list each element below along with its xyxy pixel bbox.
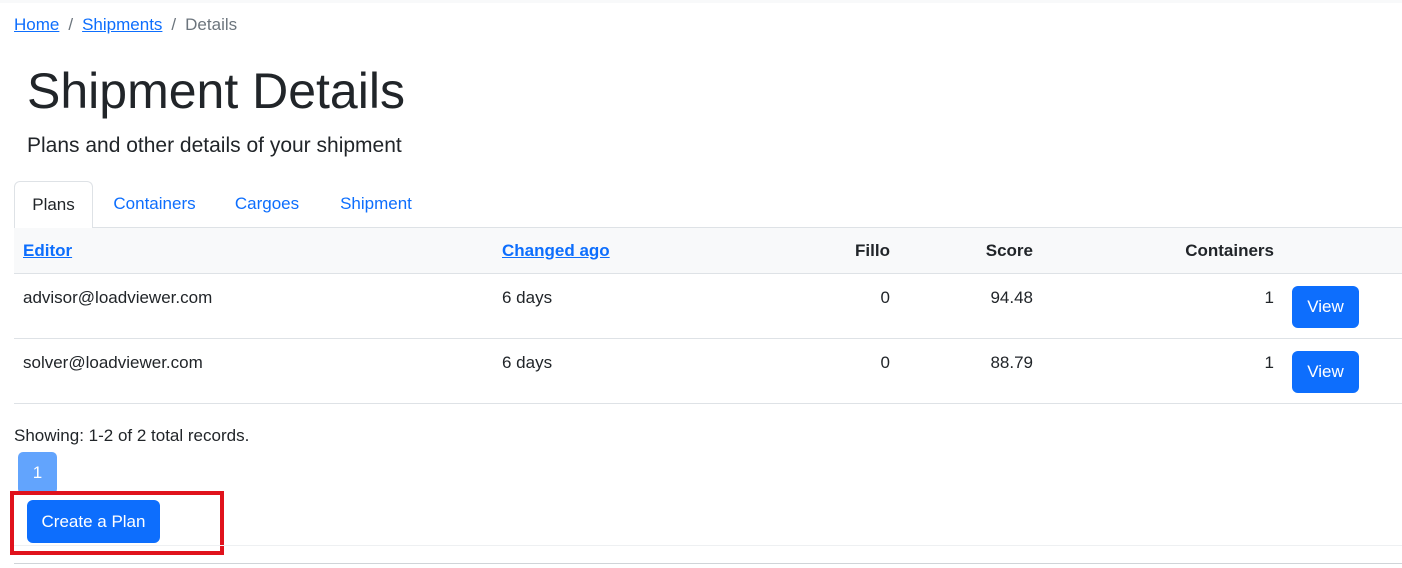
breadcrumb-home-link[interactable]: Home [14, 15, 59, 34]
breadcrumb-current: Details [185, 15, 238, 34]
page-subtitle: Plans and other details of your shipment [27, 134, 402, 157]
tab-containers[interactable]: Containers [98, 181, 211, 228]
containers-cell: 1 [1264, 288, 1274, 307]
create-plan-button[interactable]: Create a Plan [27, 500, 160, 543]
editor-cell: solver@loadviewer.com [23, 353, 203, 372]
breadcrumb-separator: / [68, 15, 74, 34]
plans-table: Editor Changed ago Fillo Score Container… [14, 228, 1402, 404]
breadcrumb-shipments-link[interactable]: Shipments [82, 15, 162, 34]
score-cell: 88.79 [990, 353, 1033, 372]
containers-column-header: Containers [1185, 241, 1274, 260]
fillo-cell: 0 [880, 353, 890, 372]
tab-bar: Plans Containers Cargoes Shipment [14, 181, 1402, 229]
tab-cargoes[interactable]: Cargoes [219, 181, 315, 228]
score-column-header: Score [985, 241, 1033, 260]
page-title: Shipment Details [27, 63, 405, 119]
fillo-cell: 0 [880, 288, 890, 307]
table-row: solver@loadviewer.com 6 days 0 88.79 1 V… [14, 339, 1402, 404]
changed-column-header[interactable]: Changed ago [502, 228, 610, 273]
records-summary: Showing: 1-2 of 2 total records. [14, 426, 250, 445]
breadcrumb: Home / Shipments / Details [14, 14, 237, 36]
divider [14, 545, 1402, 546]
breadcrumb-separator: / [171, 15, 177, 34]
fillo-column-header: Fillo [855, 241, 890, 260]
editor-cell: advisor@loadviewer.com [23, 288, 213, 307]
score-cell: 94.48 [990, 288, 1033, 307]
tab-shipment[interactable]: Shipment [323, 181, 429, 228]
divider [14, 563, 1402, 564]
changed-cell: 6 days [502, 288, 553, 307]
pagination-page-button[interactable]: 1 [18, 452, 57, 494]
editor-column-header[interactable]: Editor [23, 228, 72, 273]
view-button[interactable]: View [1292, 286, 1359, 328]
top-bar [0, 0, 1402, 3]
view-button[interactable]: View [1292, 351, 1359, 393]
table-header: Editor Changed ago Fillo Score Container… [14, 228, 1402, 274]
table-row: advisor@loadviewer.com 6 days 0 94.48 1 … [14, 274, 1402, 339]
containers-cell: 1 [1264, 353, 1274, 372]
tab-plans[interactable]: Plans [14, 181, 93, 229]
changed-cell: 6 days [502, 353, 553, 372]
